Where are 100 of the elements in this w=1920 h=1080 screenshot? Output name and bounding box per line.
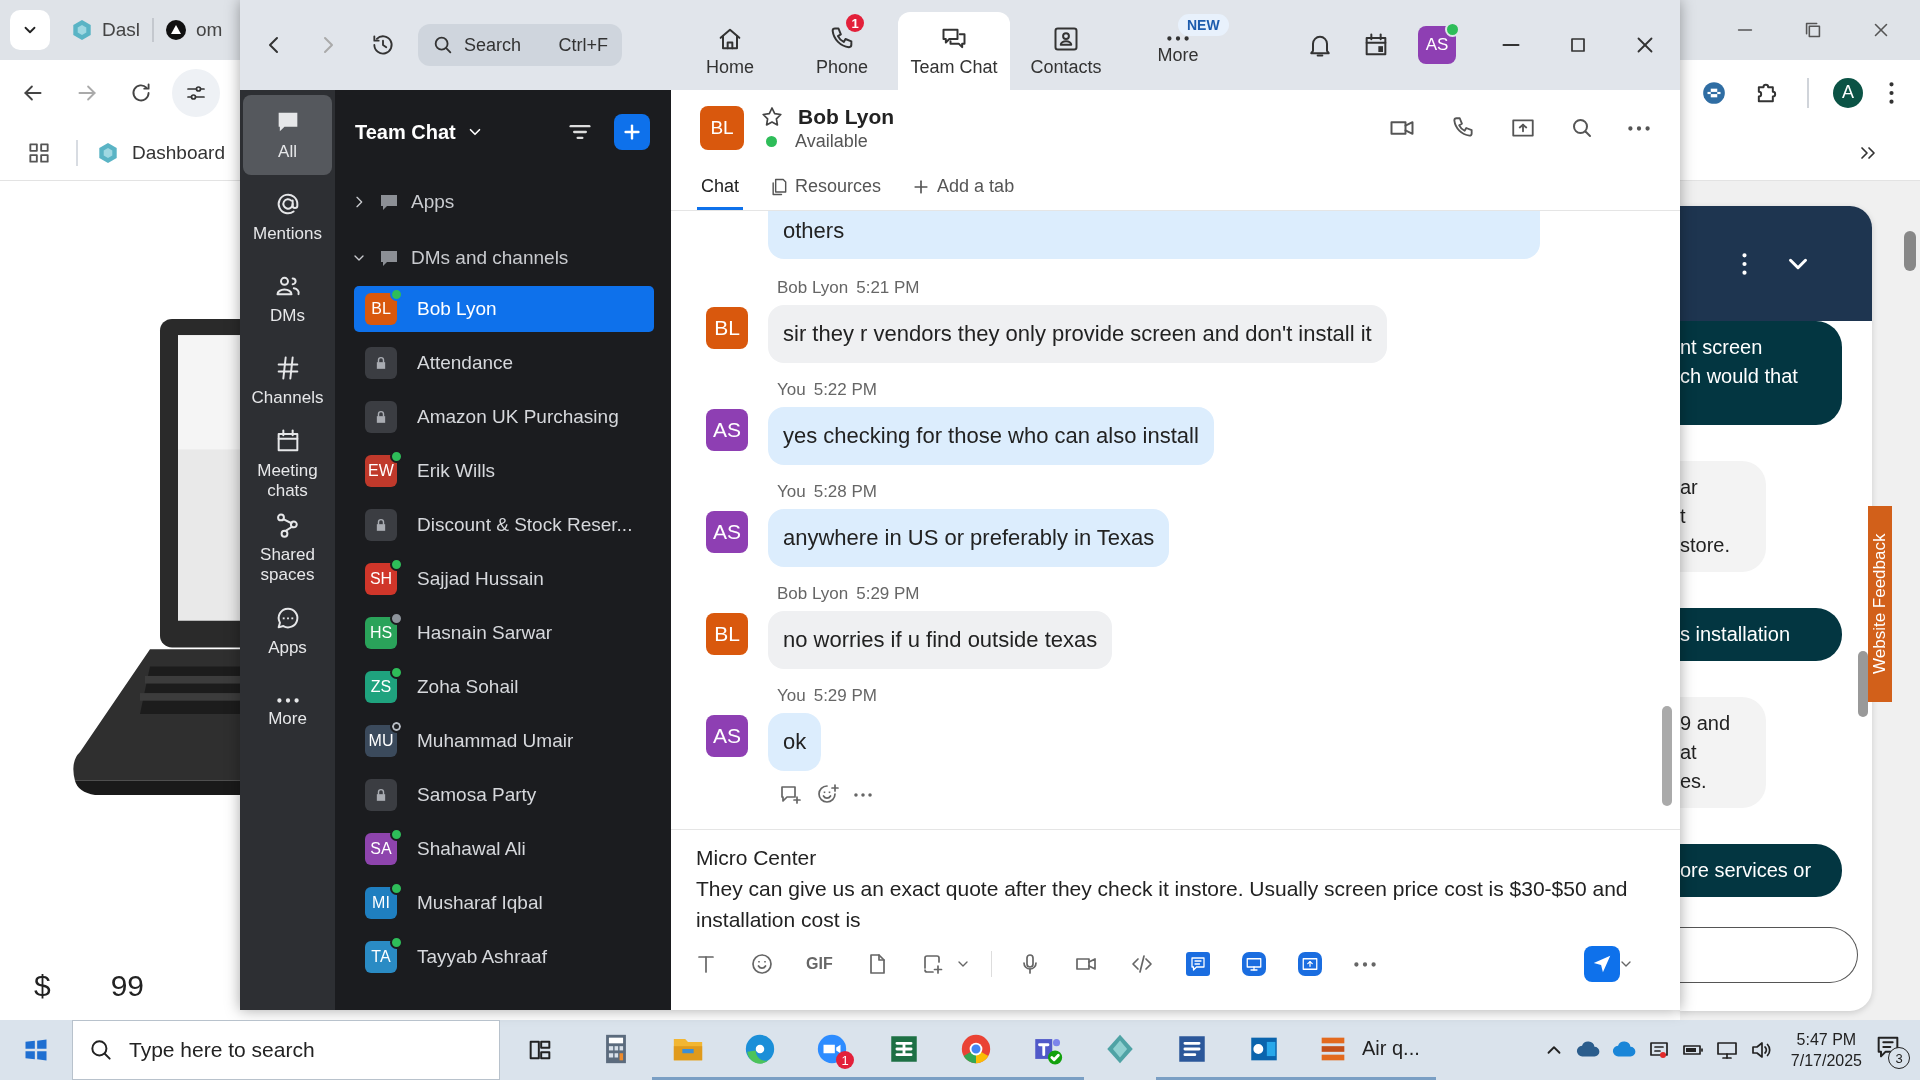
send-button[interactable] <box>1584 946 1620 982</box>
reply-icon[interactable] <box>778 783 802 807</box>
nav-tab[interactable]: Home <box>674 12 786 90</box>
menu-icon[interactable] <box>1889 81 1894 104</box>
avatar: TA <box>365 941 397 973</box>
chat-tab[interactable]: Resources <box>765 166 886 210</box>
message-time: 5:22 PM <box>813 379 877 401</box>
taskbar-button[interactable]: 1 <box>796 1020 868 1080</box>
triangle-logo-icon <box>164 18 188 42</box>
avatar: AS <box>706 511 748 553</box>
panel-title[interactable]: Team Chat <box>355 120 484 144</box>
scrollbar-thumb[interactable] <box>1904 231 1916 271</box>
avatar: BL <box>365 293 397 325</box>
avatar: MU <box>365 725 397 757</box>
chat-message: ar t store. <box>1680 461 1766 572</box>
contact-name: Bob Lyon <box>798 104 895 129</box>
feedback-tab[interactable]: Website Feedback <box>1868 506 1892 702</box>
profile-avatar[interactable]: A <box>1833 77 1863 108</box>
message-bubble: anywhere in US or preferably in Texas <box>768 509 1170 567</box>
shortcut-hint: Ctrl+F <box>558 35 608 56</box>
conversation-item[interactable]: Amazon UK Purchasing <box>354 394 654 440</box>
document-app-icon[interactable] <box>1185 952 1210 976</box>
kebab-icon[interactable] <box>1742 252 1747 275</box>
message-field[interactable] <box>1680 927 1858 983</box>
sender-name: You <box>777 685 806 707</box>
nav-tab[interactable]: Contacts <box>1010 12 1122 90</box>
conversation-item[interactable]: Attendance <box>354 340 654 386</box>
avatar: HS <box>365 617 397 649</box>
scrollbar-thumb[interactable] <box>1662 706 1672 806</box>
new-chat-button[interactable] <box>614 114 650 150</box>
star-icon[interactable] <box>760 104 784 129</box>
search-icon[interactable] <box>1570 116 1594 140</box>
hexagon-icon <box>70 18 94 42</box>
sidebar-item[interactable]: Shared spaces <box>243 507 332 589</box>
message-bubble: others <box>768 211 1540 259</box>
more-icon <box>276 697 299 703</box>
avatar: AS <box>706 409 748 451</box>
conversation-item[interactable]: ZS Zoha Sohail <box>354 664 654 710</box>
message-time: 5:29 PM <box>813 685 877 707</box>
chat-message: ore services or <box>1680 844 1842 897</box>
scrollbar-thumb[interactable] <box>1858 651 1868 717</box>
chat-tab[interactable]: Chat <box>697 166 744 210</box>
search-icon <box>88 1037 114 1063</box>
whiteboard-app-icon[interactable] <box>1241 952 1266 976</box>
section-header[interactable]: DMs and channels <box>335 230 671 286</box>
search-field[interactable]: Type here to search <box>72 1020 500 1080</box>
sidebar-item[interactable]: More <box>243 673 332 753</box>
notifications-button[interactable]: 3 <box>1874 1031 1910 1069</box>
sender-name: Bob Lyon <box>777 277 849 299</box>
clock[interactable]: 5:47 PM 7/17/2025 <box>1790 1029 1862 1071</box>
chat-message: 9 and at es. <box>1680 697 1766 808</box>
nav-tab[interactable]: NEW More <box>1122 12 1234 90</box>
avatar: BL <box>700 106 744 150</box>
more-icon[interactable] <box>854 793 872 797</box>
badge: NEW <box>1178 14 1229 36</box>
section-header[interactable]: Apps <box>335 174 671 230</box>
avatar: MI <box>365 887 397 919</box>
conversation-item[interactable]: EW Erik Wills <box>354 448 654 494</box>
conversation-item[interactable]: HS Hasnain Sarwar <box>354 610 654 656</box>
avatar: AS <box>706 715 748 757</box>
clips-app-icon[interactable] <box>1297 952 1322 976</box>
sidebar-item[interactable]: DMs <box>243 259 332 339</box>
sidebar-item[interactable]: All <box>243 95 332 175</box>
site-settings-button[interactable] <box>172 68 220 117</box>
avatar: BL <box>706 613 748 655</box>
avatar: ZS <box>365 671 397 703</box>
user-avatar[interactable]: AS <box>1418 26 1456 64</box>
conversation-item[interactable]: BL Bob Lyon <box>354 286 654 332</box>
nav-tab[interactable]: 1 Phone <box>786 12 898 90</box>
gif-button[interactable]: GIF <box>806 955 833 973</box>
browser-tab[interactable]: Dasl <box>70 18 140 42</box>
sidebar-item[interactable]: Channels <box>243 341 332 421</box>
nav-tab[interactable]: Team Chat <box>898 12 1010 90</box>
more-icon[interactable] <box>1628 125 1650 131</box>
message-bubble: ok <box>768 713 822 771</box>
lock-icon <box>365 347 397 379</box>
avatar: SH <box>365 563 397 595</box>
more-icon[interactable] <box>1353 961 1376 967</box>
browser-tab[interactable]: om <box>152 18 223 42</box>
extension-icon[interactable] <box>1701 79 1727 106</box>
chat-message: s installation <box>1680 608 1842 661</box>
conversation-item[interactable]: Discount & Stock Reser... <box>354 502 654 548</box>
conversation-item[interactable]: MU Muhammad Umair <box>354 718 654 764</box>
emoji-icon[interactable] <box>750 952 774 976</box>
conversation-item[interactable]: MI Musharaf Iqbal <box>354 880 654 926</box>
sidebar-item[interactable]: Meeting chats <box>243 423 332 505</box>
sidebar-item[interactable]: Apps <box>243 591 332 671</box>
conversation-item[interactable]: TA Tayyab Ashraaf <box>354 934 654 980</box>
sidebar-item[interactable]: Mentions <box>243 177 332 257</box>
taskbar-button[interactable]: Air q... <box>1300 1020 1436 1080</box>
message-time: 5:28 PM <box>813 481 877 503</box>
lock-icon <box>365 779 397 811</box>
conversation-item[interactable]: SH Sajjad Hussain <box>354 556 654 602</box>
code-icon[interactable] <box>1129 952 1154 976</box>
sender-name: You <box>777 379 806 401</box>
conversation-item[interactable]: Samosa Party <box>354 772 654 818</box>
chat-tab[interactable]: Add a tab <box>907 166 1019 210</box>
bookmark[interactable]: Dashboard <box>96 140 225 165</box>
conversation-item[interactable]: SA Shahawal Ali <box>354 826 654 872</box>
message-time: 5:29 PM <box>856 583 920 605</box>
